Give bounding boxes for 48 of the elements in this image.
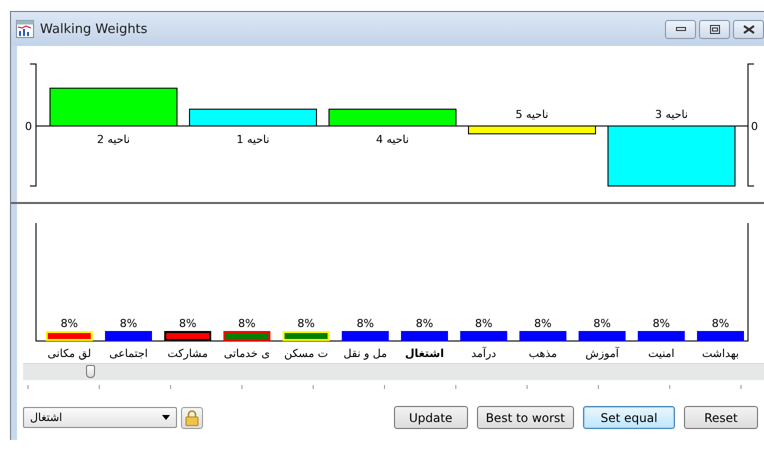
value-label: 8%	[534, 317, 552, 330]
criterion-dropdown[interactable]: اشتغال	[23, 407, 177, 428]
value-label: 8%	[474, 317, 492, 330]
category-label[interactable]: اجتماعی	[109, 347, 148, 360]
value-label: 8%	[356, 317, 374, 330]
category-label[interactable]: آموزش	[585, 347, 619, 360]
value-label: 8%	[60, 317, 78, 330]
minimize-icon	[676, 26, 686, 32]
value-label: 8%	[593, 317, 611, 330]
action-button[interactable]: Set equal	[583, 406, 675, 429]
value-label: 8%	[238, 317, 256, 330]
value-label: 8%	[178, 317, 196, 330]
slider-thumb[interactable]	[86, 365, 95, 378]
maximize-icon	[710, 24, 720, 34]
close-button[interactable]	[733, 20, 764, 38]
close-icon	[742, 24, 754, 34]
bar-label: ناحیه 1	[236, 133, 270, 146]
value-label: 8%	[297, 317, 315, 330]
maximize-button[interactable]	[699, 20, 730, 38]
bar-label: ناحیه 2	[97, 133, 130, 146]
category-label[interactable]: لق مکانی	[48, 347, 92, 360]
value-label: 8%	[120, 317, 138, 330]
category-label[interactable]: مذهب	[528, 347, 558, 360]
value-label: 8%	[416, 317, 434, 330]
axis-label: 0	[25, 120, 32, 133]
bar-label: ناحیه 3	[655, 108, 688, 121]
action-button[interactable]: Best to worst	[476, 406, 574, 429]
category-label[interactable]: درآمد	[471, 347, 496, 360]
chart-icon	[16, 20, 34, 38]
action-button[interactable]: Reset	[684, 406, 758, 429]
bar-label: ناحیه 4	[376, 133, 409, 146]
window-title: Walking Weights	[40, 22, 148, 36]
value-label: 8%	[652, 317, 670, 330]
bar-label: ناحیه 5	[516, 108, 548, 121]
value-label: 8%	[712, 317, 730, 330]
slider-track[interactable]	[23, 363, 764, 380]
lock-button[interactable]	[181, 406, 203, 428]
category-label[interactable]: بهداشت	[702, 347, 739, 360]
category-label[interactable]: اشتغال	[405, 347, 444, 360]
category-label[interactable]: ت مسکن	[284, 347, 328, 360]
category-label[interactable]: ی خدماتی	[224, 347, 270, 360]
action-button[interactable]: Update	[394, 406, 468, 429]
category-label[interactable]: مل و نقل	[344, 347, 388, 360]
caret-icon	[162, 415, 170, 420]
axis-label: 0	[751, 120, 758, 133]
category-label[interactable]: مشارکت	[168, 347, 208, 360]
minimize-button[interactable]	[665, 20, 696, 38]
category-label[interactable]: امنیت	[648, 347, 674, 360]
